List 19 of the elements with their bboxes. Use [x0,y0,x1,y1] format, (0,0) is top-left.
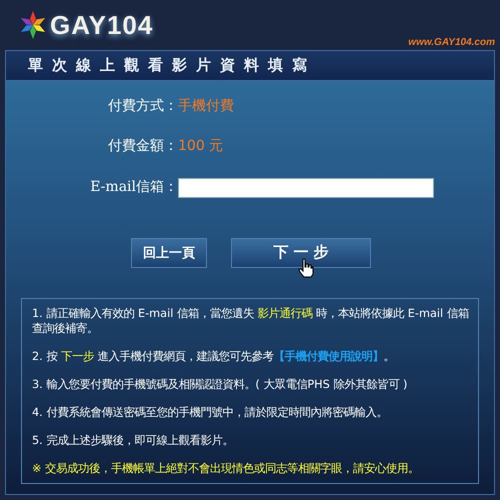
instruction-note: 1. 請正確輸入有效的 E-mail 信箱，當您遺失 影片通行碼 時，本站將依據此 E-mail 信箱查詢後補寄。 [32,306,470,336]
site-url: www.GAY104.com [408,37,495,48]
field-label: 付費方式： [108,97,178,115]
field-value: 手機付費 [178,97,235,115]
warning-note: ※ 交易成功後，手機帳單上絕對不會出現情色或同志等相關字眼，請安心使用。 [32,460,420,476]
next-step-button[interactable]: 下 一 步 [231,238,371,268]
field-label: 付費金額： [108,137,178,155]
instruction-note: 5. 完成上述步驟後，即可線上觀看影片。 [32,432,234,448]
star-logo-icon [20,10,46,40]
usage-guide-link[interactable]: 【手機付費使用說明】 [274,350,384,362]
back-button[interactable]: 回上一頁 [131,238,207,268]
instruction-note: 4. 付費系統會傳送密碼至您的手機門號中，請於限定時間內將密碼輸入。 [32,404,388,420]
field-label: E-mail信箱： [90,178,178,196]
instruction-note: 2. 按 下一步 進入手機付費網頁，建議您可先參考【手機付費使用說明】。 [32,348,396,364]
instruction-note: 3. 輸入您要付費的手機號碼及相關認證資料。( 大眾電信PHS 除外其餘皆可 ) [32,376,408,392]
email-input-field[interactable] [178,178,434,198]
page-title: 單次線上觀看影片資料填寫 [28,56,316,75]
field-value: 100 元 [178,137,224,155]
logo-text: GAY104 [50,10,154,40]
